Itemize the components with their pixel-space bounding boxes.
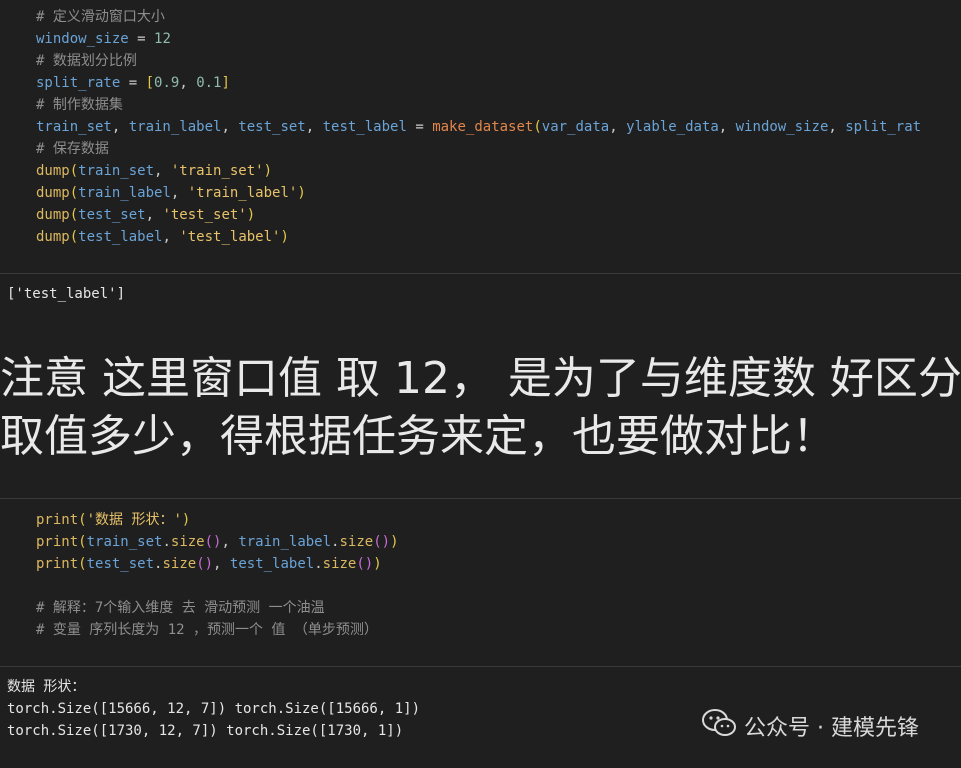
output-line: 数据 形状： bbox=[7, 679, 86, 695]
function-name: print bbox=[36, 512, 79, 528]
output-text: ['test_label'] bbox=[7, 286, 126, 302]
code-line: dump(test_set, 'test_set') bbox=[36, 207, 256, 223]
code-cell-1[interactable]: # 定义滑动窗口大小 window_size = 12 # 数据划分比例 spl… bbox=[0, 0, 961, 273]
output-cell-1: ['test_label'] 注意 这里窗口值 取 12， 是为了与维度数 好区… bbox=[0, 274, 961, 498]
comment: # 定义滑动窗口大小 bbox=[36, 9, 165, 25]
comment: # 保存数据 bbox=[36, 141, 109, 157]
punctuation: , bbox=[111, 119, 129, 135]
watermark-text: 公众号 · 建模先锋 bbox=[743, 716, 919, 741]
comment: # 制作数据集 bbox=[36, 97, 123, 113]
string: 'test_label' bbox=[179, 229, 281, 245]
code-line: dump(train_set, 'train_set') bbox=[36, 163, 273, 179]
punctuation: , bbox=[221, 119, 239, 135]
note-line-2: 取值多少，得根据任务来定，也要做对比！ bbox=[0, 411, 836, 462]
method-name: size bbox=[170, 534, 205, 550]
punctuation: , bbox=[305, 119, 323, 135]
punctuation: , bbox=[828, 119, 846, 135]
function-name: print bbox=[36, 534, 79, 550]
code-line: train_set, train_label, test_set, test_l… bbox=[36, 116, 921, 138]
variable: train_label bbox=[78, 185, 171, 201]
variable: window_size bbox=[36, 31, 129, 47]
variable: split_rat bbox=[845, 119, 922, 135]
code-line: # 数据划分比例 bbox=[36, 50, 137, 72]
code-line: print('数据 形状：') bbox=[36, 512, 191, 528]
code-line: dump(train_label, 'train_label') bbox=[36, 185, 306, 201]
function-name: dump bbox=[36, 229, 70, 245]
method-name: size bbox=[322, 556, 357, 572]
method-name: size bbox=[162, 556, 197, 572]
comment: # 解释：7个输入维度 去 滑动预测 一个油温 bbox=[36, 600, 325, 616]
variable: test_label bbox=[322, 119, 407, 135]
function-name: dump bbox=[36, 207, 70, 223]
note-line-1: 注意 这里窗口值 取 12， 是为了与维度数 好区分！ bbox=[0, 353, 961, 404]
variable: window_size bbox=[735, 119, 829, 135]
variable: test_set bbox=[238, 119, 306, 135]
code-line: split_rate = [0.9, 0.1] bbox=[36, 72, 230, 94]
code-line: # 制作数据集 bbox=[36, 94, 123, 116]
variable: var_data bbox=[541, 119, 610, 135]
string: '数据 形状：' bbox=[86, 512, 182, 528]
bracket: ] bbox=[221, 75, 230, 91]
code-line: print(test_set.size(), test_label.size()… bbox=[36, 556, 382, 572]
string: 'train_set' bbox=[170, 163, 264, 179]
function-name: print bbox=[36, 556, 79, 572]
operator: = bbox=[128, 31, 155, 47]
punctuation: , bbox=[718, 119, 736, 135]
punctuation: , bbox=[179, 75, 197, 91]
comment: # 数据划分比例 bbox=[36, 53, 137, 69]
code-line: # 解释：7个输入维度 去 滑动预测 一个油温 bbox=[36, 597, 325, 619]
variable: test_label bbox=[78, 229, 163, 245]
code-line: print(train_set.size(), train_label.size… bbox=[36, 534, 399, 550]
variable: split_rate bbox=[36, 75, 121, 91]
code-line: window_size = 12 bbox=[36, 28, 171, 50]
number: 0.1 bbox=[196, 75, 222, 91]
method-name: size bbox=[339, 534, 374, 550]
function-name: dump bbox=[36, 185, 70, 201]
string: 'train_label' bbox=[187, 185, 298, 201]
code-line: # 保存数据 bbox=[36, 138, 109, 160]
function-name: make_dataset bbox=[432, 119, 534, 135]
number: 0.9 bbox=[154, 75, 180, 91]
variable: test_label bbox=[229, 556, 315, 572]
watermark: 公众号 · 建模先锋 bbox=[674, 684, 919, 768]
output-line: torch.Size([15666, 12, 7]) torch.Size([1… bbox=[7, 701, 421, 717]
operator: = bbox=[406, 119, 433, 135]
code-line: # 变量 序列长度为 12 ，预测一个 值 （单步预测） bbox=[36, 619, 378, 641]
variable: train_set bbox=[86, 534, 163, 550]
variable: test_set bbox=[78, 207, 146, 223]
variable: train_set bbox=[36, 119, 112, 135]
code-line: dump(test_label, 'test_label') bbox=[36, 229, 289, 245]
bracket: ( bbox=[533, 119, 542, 135]
string: 'test_set' bbox=[162, 207, 247, 223]
wechat-icon bbox=[674, 684, 736, 768]
operator: = bbox=[120, 75, 146, 91]
variable: ylable_data bbox=[626, 119, 719, 135]
number: 12 bbox=[154, 31, 171, 47]
bracket: [ bbox=[145, 75, 155, 91]
variable: train_label bbox=[128, 119, 222, 135]
punctuation: , bbox=[609, 119, 627, 135]
function-name: dump bbox=[36, 163, 70, 179]
code-cell-2[interactable]: print('数据 形状：') print(train_set.size(), … bbox=[0, 499, 961, 666]
variable: train_label bbox=[238, 534, 332, 550]
variable: test_set bbox=[86, 556, 155, 572]
comment: # 变量 序列长度为 12 ，预测一个 值 （单步预测） bbox=[36, 622, 378, 638]
output-line: torch.Size([1730, 12, 7]) torch.Size([17… bbox=[7, 723, 404, 739]
code-line: # 定义滑动窗口大小 bbox=[36, 6, 165, 28]
variable: train_set bbox=[78, 163, 155, 179]
